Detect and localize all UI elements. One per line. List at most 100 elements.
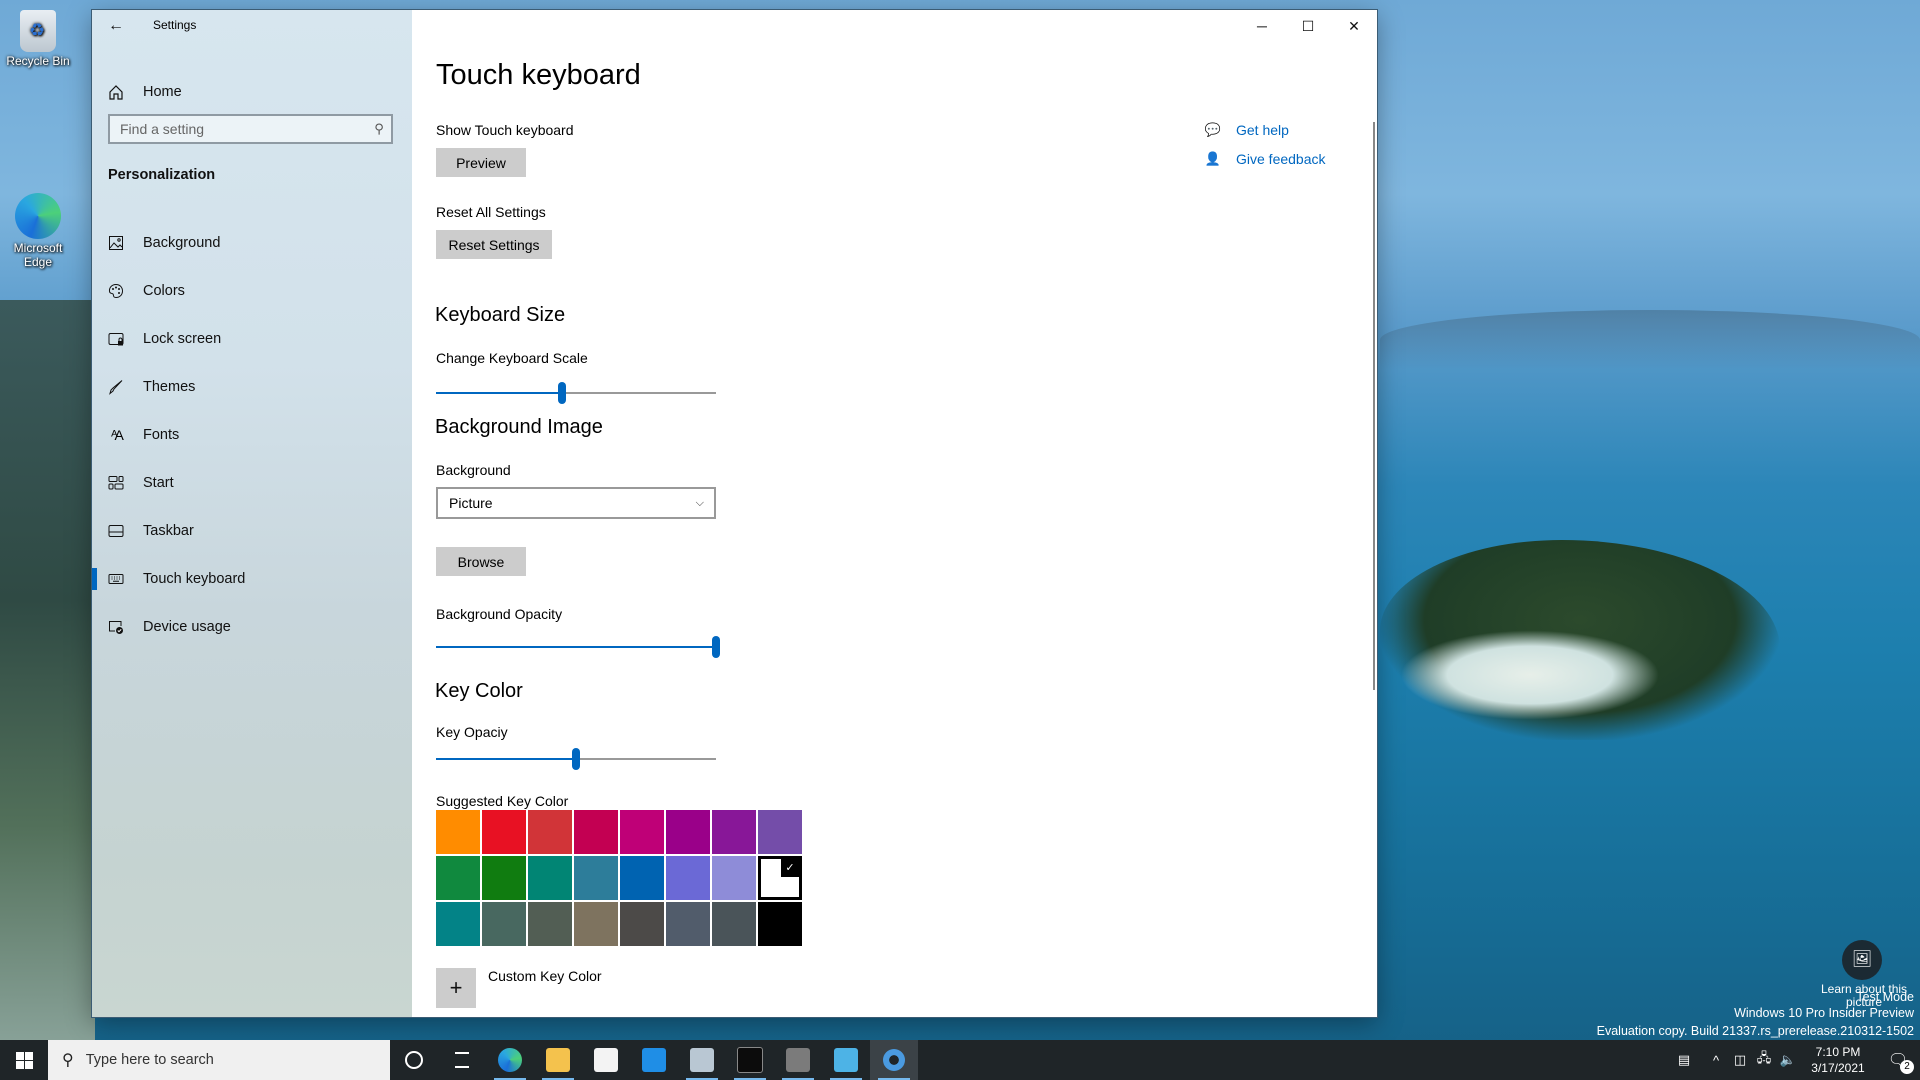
- file-explorer-icon: [546, 1048, 570, 1072]
- taskbar-mail-button[interactable]: [630, 1040, 678, 1080]
- device-usage-icon: [106, 619, 126, 635]
- key-color-swatch[interactable]: [528, 856, 572, 900]
- remote-desktop-icon: [786, 1048, 810, 1072]
- sidebar-item-lock-screen[interactable]: Lock screen: [92, 315, 412, 363]
- action-center-button[interactable]: 🗨 2: [1876, 1050, 1920, 1074]
- find-setting-input[interactable]: [110, 121, 367, 137]
- key-color-swatch[interactable]: [712, 902, 756, 946]
- key-color-swatch[interactable]: [436, 856, 480, 900]
- lock-screen-icon: [106, 331, 126, 347]
- taskbar-store-button[interactable]: [582, 1040, 630, 1080]
- key-color-swatch[interactable]: [482, 810, 526, 854]
- key-color-swatch[interactable]: [436, 810, 480, 854]
- slider-thumb[interactable]: [712, 636, 720, 658]
- taskbar-settings-button[interactable]: [870, 1040, 918, 1080]
- key-color-swatch[interactable]: [758, 902, 802, 946]
- sidebar-item-background[interactable]: Background: [92, 219, 412, 267]
- sidebar-item-device-usage[interactable]: Device usage: [92, 603, 412, 651]
- background-dropdown[interactable]: Picture ⌵: [436, 487, 716, 519]
- taskbar-notepad-button[interactable]: [822, 1040, 870, 1080]
- taskbar-remote-desktop-button[interactable]: [774, 1040, 822, 1080]
- back-arrow-icon: ←: [108, 17, 124, 34]
- notepad-icon: [834, 1048, 858, 1072]
- key-color-swatch[interactable]: [482, 856, 526, 900]
- key-color-swatch[interactable]: [666, 810, 710, 854]
- taskbar-resource-monitor-button[interactable]: [678, 1040, 726, 1080]
- sidebar-item-start[interactable]: Start: [92, 459, 412, 507]
- key-color-swatch[interactable]: [620, 902, 664, 946]
- give-feedback-link[interactable]: 👤 Give feedback: [1204, 144, 1326, 173]
- settings-window: ← Settings Home ⚲ Personalization Backgr…: [92, 10, 1377, 1017]
- keyboard-scale-slider[interactable]: [436, 381, 716, 405]
- background-opacity-slider[interactable]: [436, 635, 720, 659]
- key-color-swatch[interactable]: [482, 902, 526, 946]
- show-hidden-icons-icon[interactable]: ^: [1704, 1053, 1728, 1068]
- main-content: Touch keyboard Show Touch keyboard Previ…: [435, 10, 1356, 1017]
- key-color-swatch[interactable]: [620, 810, 664, 854]
- key-color-swatch[interactable]: [666, 856, 710, 900]
- key-opacity-label: Key Opaciy: [436, 724, 508, 740]
- key-color-swatch[interactable]: [574, 810, 618, 854]
- sidebar-item-colors[interactable]: Colors: [92, 267, 412, 315]
- desktop-icon-edge[interactable]: Microsoft Edge: [0, 193, 78, 269]
- notification-count-badge: 2: [1900, 1060, 1914, 1074]
- sidebar-item-label: Device usage: [143, 619, 231, 635]
- key-color-swatch[interactable]: [574, 902, 618, 946]
- sidebar-item-taskbar[interactable]: Taskbar: [92, 507, 412, 555]
- keyboard-size-heading: Keyboard Size: [435, 304, 566, 326]
- key-color-swatch[interactable]: [620, 856, 664, 900]
- taskbar-command-prompt-button[interactable]: [726, 1040, 774, 1080]
- slider-thumb[interactable]: [558, 382, 566, 404]
- checkmark-icon: ✓: [781, 859, 799, 877]
- desktop-icon-recycle-bin[interactable]: Recycle Bin: [0, 10, 78, 68]
- custom-key-color-button[interactable]: +: [436, 968, 476, 1008]
- sidebar-item-fonts[interactable]: ᴬA Fonts: [92, 411, 412, 459]
- key-color-swatch[interactable]: [574, 856, 618, 900]
- taskbar-file-explorer-button[interactable]: [534, 1040, 582, 1080]
- key-color-swatch[interactable]: [712, 856, 756, 900]
- taskbar-search-box[interactable]: ⚲ Type here to search: [48, 1040, 390, 1080]
- sidebar-item-home[interactable]: Home: [92, 72, 412, 112]
- taskbar-cortana-button[interactable]: [390, 1040, 438, 1080]
- taskbar-edge-button[interactable]: [486, 1040, 534, 1080]
- key-color-swatch[interactable]: [436, 902, 480, 946]
- key-opacity-slider[interactable]: [436, 747, 716, 771]
- news-interests-icon[interactable]: ▤: [1664, 1052, 1704, 1068]
- clock[interactable]: 7:10 PM 3/17/2021: [1800, 1044, 1876, 1076]
- keyboard-icon: [106, 571, 126, 587]
- custom-key-color-label: Custom Key Color: [488, 968, 602, 984]
- key-color-swatch[interactable]: [712, 810, 756, 854]
- watermark-edition: Windows 10 Pro Insider Preview: [1734, 1006, 1914, 1020]
- change-keyboard-scale-label: Change Keyboard Scale: [436, 350, 588, 366]
- sidebar-item-themes[interactable]: Themes: [92, 363, 412, 411]
- key-color-swatch[interactable]: [758, 810, 802, 854]
- show-touch-keyboard-label: Show Touch keyboard: [436, 122, 574, 138]
- start-button[interactable]: [0, 1040, 48, 1080]
- browse-button[interactable]: Browse: [436, 547, 526, 576]
- search-icon[interactable]: ⚲: [367, 121, 391, 137]
- learn-about-picture-button[interactable]: 🖼: [1842, 940, 1882, 980]
- slider-thumb[interactable]: [572, 748, 580, 770]
- taskbar-apps: [390, 1040, 918, 1080]
- meet-now-icon[interactable]: ◫: [1728, 1052, 1752, 1068]
- network-icon[interactable]: 🖧: [1752, 1049, 1776, 1071]
- volume-icon[interactable]: 🔈: [1776, 1052, 1800, 1068]
- give-feedback-label: Give feedback: [1236, 150, 1326, 167]
- store-icon: [594, 1048, 618, 1072]
- key-color-swatch[interactable]: [528, 810, 572, 854]
- back-button[interactable]: ←: [102, 14, 130, 38]
- taskbar-task-view-button[interactable]: [438, 1040, 486, 1080]
- find-setting-search[interactable]: ⚲: [108, 114, 393, 144]
- key-color-swatch[interactable]: [666, 902, 710, 946]
- desktop-wallpaper-hills: [1380, 310, 1920, 370]
- clock-date: 3/17/2021: [1811, 1061, 1865, 1075]
- get-help-link[interactable]: 💬 Get help: [1204, 115, 1326, 144]
- sidebar-item-label: Lock screen: [143, 331, 222, 347]
- preview-button[interactable]: Preview: [436, 148, 526, 177]
- sidebar-item-touch-keyboard[interactable]: Touch keyboard: [92, 555, 412, 603]
- vertical-scrollbar[interactable]: [1373, 122, 1375, 690]
- page-title: Touch keyboard: [436, 59, 641, 91]
- reset-settings-button[interactable]: Reset Settings: [436, 230, 552, 259]
- key-color-swatch[interactable]: [528, 902, 572, 946]
- key-color-swatch[interactable]: ✓: [758, 856, 802, 900]
